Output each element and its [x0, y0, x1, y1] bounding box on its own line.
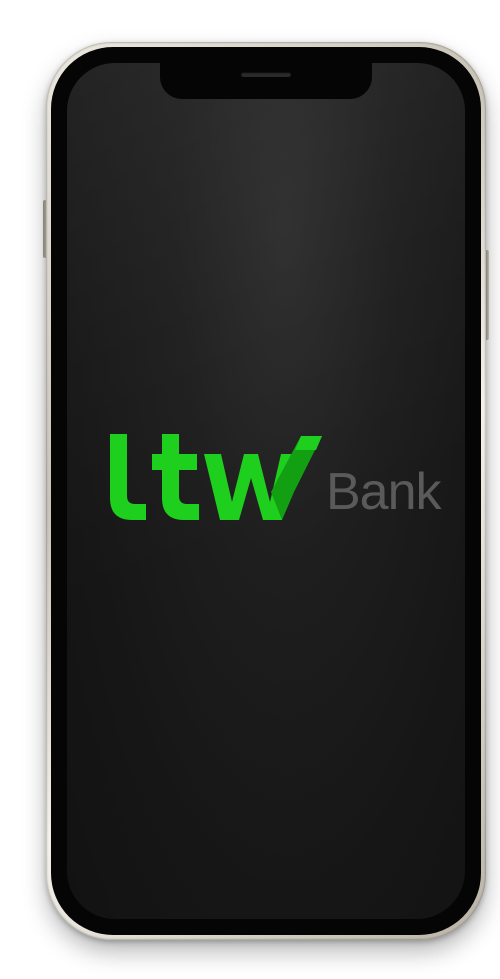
ltw-bank-logo: Bank: [96, 430, 446, 530]
phone-notch: [160, 63, 372, 99]
logo-letter-w: [204, 436, 322, 520]
mockup-stage: Bank: [0, 0, 500, 979]
speaker-grille: [241, 72, 291, 77]
logo-letter-t: [152, 434, 199, 520]
logo-wordmark-bank: Bank: [326, 463, 442, 521]
logo-letter-l: [110, 434, 146, 520]
